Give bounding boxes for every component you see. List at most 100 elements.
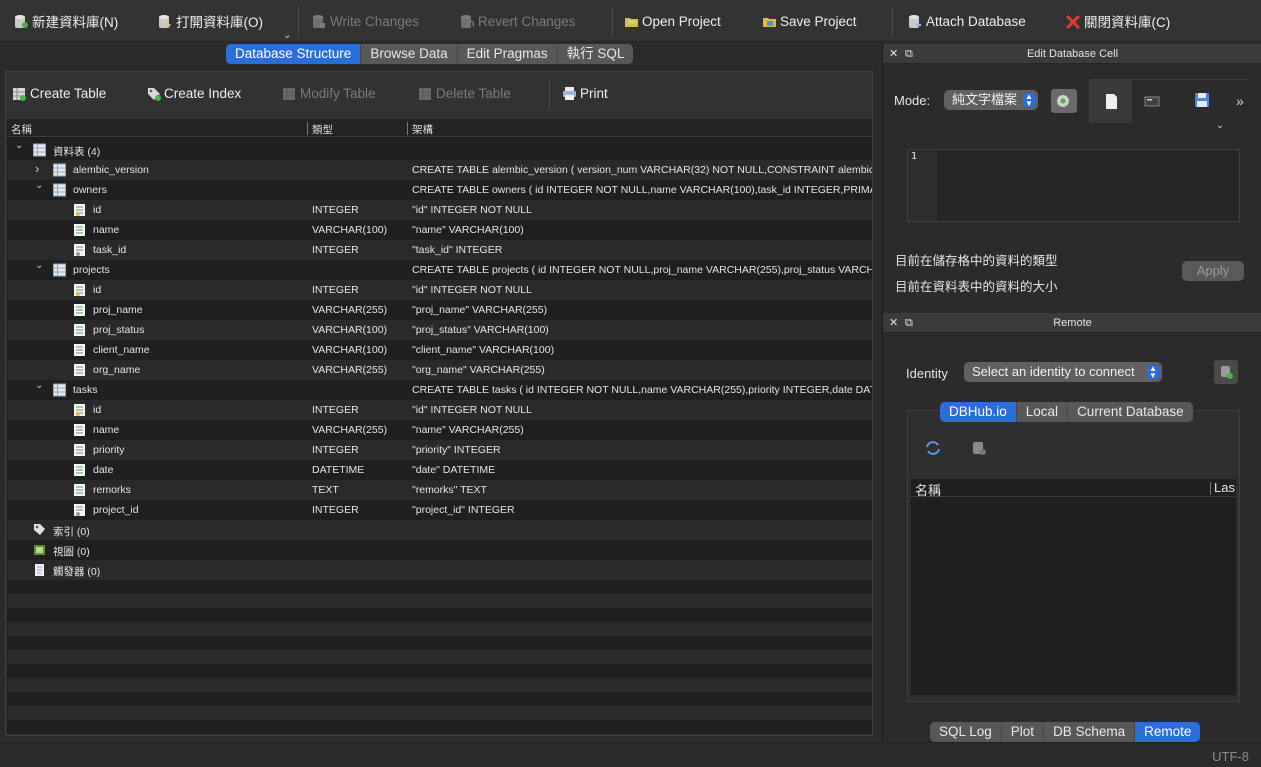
dock-close-icon[interactable]: ✕ bbox=[889, 313, 898, 333]
open-project-label: Open Project bbox=[642, 13, 721, 29]
tree-row[interactable]: › alembic_version CREATE TABLE alembic_ver… bbox=[7, 160, 872, 180]
tree-row[interactable]: 視圖 (0) bbox=[7, 540, 872, 560]
write-changes-button[interactable]: Write Changes bbox=[312, 10, 419, 32]
gear-icon bbox=[1057, 95, 1069, 107]
save-dropdown-icon[interactable]: ⌄ bbox=[1216, 120, 1224, 131]
tab-edit-pragmas[interactable]: Edit Pragmas bbox=[457, 44, 558, 64]
save-cell-button[interactable] bbox=[1192, 90, 1212, 113]
column-divider[interactable] bbox=[1210, 482, 1211, 495]
tab-plot[interactable]: Plot bbox=[1001, 722, 1045, 742]
auto-format-button[interactable] bbox=[1051, 89, 1077, 113]
revert-changes-button[interactable]: Revert Changes bbox=[460, 10, 576, 32]
tree-row[interactable]: 索引 (0) bbox=[7, 520, 872, 540]
tree-row[interactable]: date DATETIME "date" DATETIME bbox=[7, 460, 872, 480]
new-database-button[interactable]: 新建資料庫(N) bbox=[14, 10, 118, 32]
tree-row[interactable]: priority INTEGER "priority" INTEGER bbox=[7, 440, 872, 460]
tree-row-type: INTEGER bbox=[312, 204, 359, 216]
tree-row[interactable]: proj_name VARCHAR(255) "proj_name" VARCHAR… bbox=[7, 300, 872, 320]
chevron-down-icon[interactable]: ⌄ bbox=[35, 380, 43, 391]
dock-close-icon[interactable]: ✕ bbox=[889, 44, 898, 64]
refresh-button[interactable] bbox=[924, 439, 942, 460]
schema-tree[interactable]: 名稱 類型 架構 ⌄ 資料表 (4) › alembic_version CREATE … bbox=[7, 120, 872, 734]
tab-db-schema[interactable]: DB Schema bbox=[1044, 722, 1136, 742]
tree-row[interactable]: ⌄ projects CREATE TABLE projects ( id INTE… bbox=[7, 260, 872, 280]
empty-row bbox=[7, 594, 872, 608]
tree-row[interactable]: name VARCHAR(255) "name" VARCHAR(255) bbox=[7, 420, 872, 440]
tree-row[interactable]: remorks TEXT "remorks" TEXT bbox=[7, 480, 872, 500]
edit-cell-dock-title: ✕ ⧉ Edit Database Cell bbox=[883, 44, 1261, 64]
toolbar-separator bbox=[298, 6, 299, 36]
tab-execute-sql[interactable]: 執行 SQL bbox=[557, 44, 634, 64]
tree-row[interactable]: ⌄ tasks CREATE TABLE tasks ( id INTEGER NO… bbox=[7, 380, 872, 400]
create-index-label: Create Index bbox=[164, 86, 242, 101]
cell-type-info: 目前在儲存格中的資料的類型 bbox=[895, 254, 1058, 268]
print-button[interactable]: Print bbox=[562, 86, 608, 101]
tree-row[interactable]: proj_status VARCHAR(100) "proj_status" VAR… bbox=[7, 320, 872, 340]
column-divider[interactable] bbox=[307, 122, 308, 135]
open-database-dropdown-icon[interactable]: ⌄ bbox=[283, 30, 291, 41]
tree-row-type: INTEGER bbox=[312, 404, 359, 416]
remote-file-list[interactable]: 名稱 Las bbox=[911, 479, 1236, 695]
tree-row[interactable]: ⌄ owners CREATE TABLE owners ( id INTEGER … bbox=[7, 180, 872, 200]
tree-row[interactable]: client_name VARCHAR(100) "client_name" VAR… bbox=[7, 340, 872, 360]
empty-row bbox=[7, 580, 872, 594]
column-header-name[interactable]: 名稱 bbox=[11, 122, 32, 137]
empty-row bbox=[7, 636, 872, 650]
create-table-button[interactable]: Create Table bbox=[12, 86, 106, 101]
tree-row[interactable]: id INTEGER "id" INTEGER NOT NULL bbox=[7, 280, 872, 300]
tree-row-schema: CREATE TABLE projects ( id INTEGER NOT N… bbox=[412, 264, 872, 276]
chevron-down-icon[interactable]: ⌄ bbox=[35, 260, 43, 271]
column-header-last-modified[interactable]: Las bbox=[1214, 480, 1235, 495]
tab-dbhub[interactable]: DBHub.io bbox=[940, 402, 1017, 422]
right-dock-area: ✕ ⧉ Edit Database Cell Mode: 純文字檔案 ▲ ▼ ⌄ … bbox=[882, 42, 1261, 742]
dock-float-icon[interactable]: ⧉ bbox=[905, 313, 913, 333]
open-project-button[interactable]: Open Project bbox=[624, 10, 721, 32]
tree-row[interactable]: 觸發器 (0) bbox=[7, 560, 872, 580]
column-header-schema[interactable]: 架構 bbox=[412, 122, 433, 137]
open-database-button[interactable]: 打開資料庫(O) bbox=[158, 10, 263, 32]
column-header-name[interactable]: 名稱 bbox=[915, 480, 941, 499]
tree-row[interactable]: id INTEGER "id" INTEGER NOT NULL bbox=[7, 200, 872, 220]
tree-row[interactable]: ⌄ 資料表 (4) bbox=[7, 140, 872, 160]
empty-row bbox=[7, 664, 872, 678]
tab-current-database[interactable]: Current Database bbox=[1068, 402, 1193, 422]
tree-row[interactable]: id INTEGER "id" INTEGER NOT NULL bbox=[7, 400, 872, 420]
tab-local[interactable]: Local bbox=[1016, 402, 1069, 422]
tab-remote[interactable]: Remote bbox=[1135, 722, 1201, 742]
chevron-down-icon[interactable]: ⌄ bbox=[15, 140, 23, 151]
tab-database-structure[interactable]: Database Structure bbox=[226, 44, 362, 64]
save-project-button[interactable]: Save Project bbox=[762, 10, 857, 32]
identity-select[interactable]: Select an identity to connect ▲ ▼ bbox=[964, 362, 1162, 382]
tab-browse-data[interactable]: Browse Data bbox=[361, 44, 458, 64]
attach-database-button[interactable]: Attach Database bbox=[908, 10, 1026, 32]
clone-database-button[interactable] bbox=[970, 439, 988, 460]
cell-size-info: 目前在資料表中的資料的大小 bbox=[895, 280, 1058, 294]
tree-row-type: INTEGER bbox=[312, 444, 359, 456]
tree-row-name: id bbox=[93, 284, 102, 296]
column-header-type[interactable]: 類型 bbox=[312, 122, 333, 137]
chevron-down-icon[interactable]: ⌄ bbox=[35, 180, 43, 191]
tree-row-schema: "proj_status" VARCHAR(100) bbox=[412, 324, 549, 336]
modify-table-button[interactable]: Modify Table bbox=[282, 86, 376, 101]
add-identity-button[interactable] bbox=[1214, 360, 1238, 384]
mode-select[interactable]: 純文字檔案 ▲ ▼ bbox=[944, 90, 1038, 110]
dock-float-icon[interactable]: ⧉ bbox=[905, 44, 913, 64]
tree-row[interactable]: name VARCHAR(100) "name" VARCHAR(100) bbox=[7, 220, 872, 240]
close-database-button[interactable]: 關閉資料庫(C) bbox=[1066, 10, 1170, 32]
column-divider[interactable] bbox=[407, 122, 408, 135]
tree-row[interactable]: project_id INTEGER "project_id" INTEGER bbox=[7, 500, 872, 520]
remote-list-header: 名稱 Las bbox=[911, 479, 1236, 499]
create-index-button[interactable]: Create Index bbox=[146, 86, 241, 101]
apply-button[interactable]: Apply bbox=[1182, 261, 1244, 281]
export-button[interactable] bbox=[1142, 92, 1162, 115]
delete-table-button[interactable]: Delete Table bbox=[418, 86, 511, 101]
cell-editor[interactable]: 1 bbox=[907, 149, 1240, 222]
chevron-right-icon[interactable]: › bbox=[35, 161, 39, 176]
tree-row[interactable]: org_name VARCHAR(255) "org_name" VARCHAR(2… bbox=[7, 360, 872, 380]
tree-row[interactable]: task_id INTEGER "task_id" INTEGER bbox=[7, 240, 872, 260]
tree-row-name: remorks bbox=[93, 484, 131, 496]
edit-cell-panel: Mode: 純文字檔案 ▲ ▼ ⌄ » 1 目前在儲存格中的資料的類型 目前在資… bbox=[883, 65, 1261, 312]
tab-sql-log[interactable]: SQL Log bbox=[930, 722, 1002, 742]
more-actions-icon[interactable]: » bbox=[1236, 93, 1244, 109]
text-mode-button[interactable] bbox=[1090, 80, 1132, 123]
